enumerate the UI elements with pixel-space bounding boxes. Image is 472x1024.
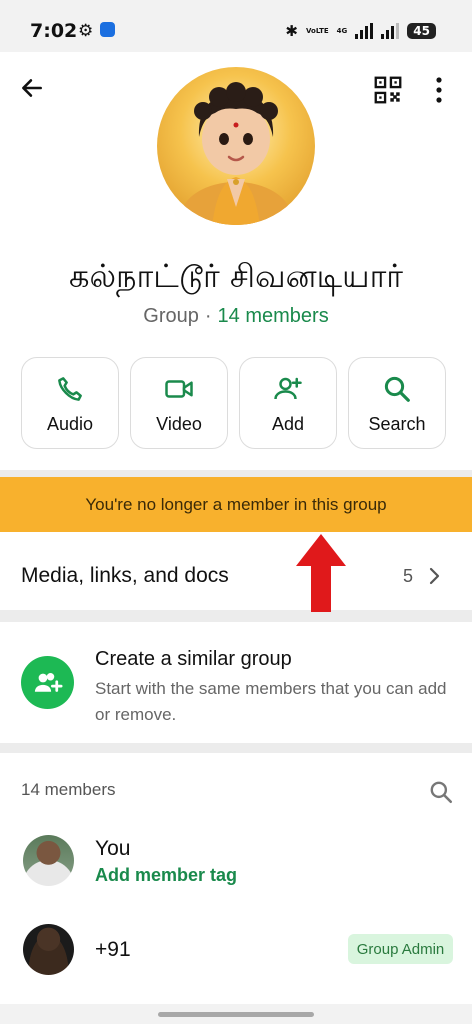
group-type-label: Group <box>143 305 199 327</box>
media-label: Media, links, and docs <box>21 564 229 587</box>
add-member-tag-link[interactable]: Add member tag <box>95 865 237 886</box>
similar-group-description: Start with the same members that you can… <box>95 679 447 724</box>
group-admin-badge: Group Admin <box>348 934 453 964</box>
navigation-bar <box>0 1004 472 1024</box>
signal-icon <box>355 23 374 39</box>
members-section: 14 members You Add member tag +91 Group … <box>0 753 472 1004</box>
status-icons: ✱ VoLTE 4G 45 <box>285 22 436 40</box>
network-type: 4G <box>336 26 348 35</box>
search-button[interactable]: Search <box>348 357 446 449</box>
video-label: Video <box>156 414 202 434</box>
member-name-you[interactable]: You <box>95 837 130 861</box>
member-search-icon[interactable] <box>428 779 454 805</box>
app-notification-icon <box>100 22 115 37</box>
group-subtitle: Group · 14 members <box>0 305 472 328</box>
group-name: கல்நாட்டூர் சிவனடியார் <box>68 257 403 295</box>
search-icon <box>384 376 410 402</box>
audio-call-button[interactable]: Audio <box>21 357 119 449</box>
chevron-right-icon <box>429 567 440 585</box>
search-label: Search <box>368 414 426 434</box>
member-avatar-admin[interactable] <box>23 924 74 975</box>
member-count-link[interactable]: 14 members <box>218 305 329 327</box>
status-bar: 7:02 ⚙ ✱ VoLTE 4G 45 <box>0 0 472 52</box>
signal-icon-2 <box>381 23 400 39</box>
add-label: Add <box>271 414 305 434</box>
member-name-admin[interactable]: +91 <box>95 938 131 962</box>
video-icon <box>165 380 193 398</box>
more-options-icon[interactable] <box>434 76 444 104</box>
battery-icon: 45 <box>407 23 436 39</box>
group-add-icon <box>21 656 74 709</box>
member-avatar-you[interactable] <box>23 835 74 886</box>
settings-icon: ⚙ <box>78 21 94 40</box>
add-person-icon <box>274 377 302 400</box>
home-gesture-pill[interactable] <box>158 1012 314 1017</box>
group-info-header: கல்நாட்டூர் சிவனடியார் Group · 14 members … <box>0 52 472 470</box>
similar-group-title: Create a similar group <box>95 648 292 670</box>
avatar-illustration <box>181 82 291 225</box>
status-time: 7:02 <box>30 20 78 42</box>
back-arrow-icon[interactable] <box>19 75 45 101</box>
red-arrow-annotation <box>296 534 346 612</box>
create-similar-group-row[interactable]: Create a similar group Start with the sa… <box>0 622 472 743</box>
bluetooth-icon: ✱ <box>285 22 298 40</box>
media-links-docs-row[interactable]: Media, links, and docs 5 <box>0 532 472 610</box>
video-call-button[interactable]: Video <box>130 357 228 449</box>
group-avatar[interactable] <box>157 67 315 225</box>
add-member-button[interactable]: Add <box>239 357 337 449</box>
media-count: 5 <box>403 566 414 586</box>
members-count-label: 14 members <box>21 780 116 799</box>
volte-indicator: VoLTE <box>305 26 329 35</box>
action-buttons: Audio Video Add Search <box>21 357 446 449</box>
audio-label: Audio <box>46 414 94 434</box>
not-member-banner: You're no longer a member in this group <box>0 477 472 532</box>
separator: · <box>204 305 212 327</box>
qr-code-icon[interactable] <box>374 76 402 104</box>
phone-icon <box>58 377 82 401</box>
